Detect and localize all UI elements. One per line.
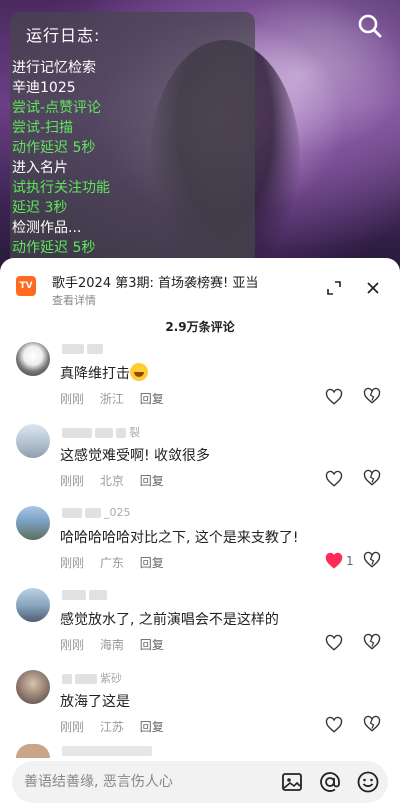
comment-time: 刚刚 xyxy=(60,638,85,652)
comment-item[interactable]: _025 哈哈哈哈哈对比之下, 这个是来支教了! 刚刚 广东 回复 1 xyxy=(0,506,400,588)
view-details-link[interactable]: 查看详情 xyxy=(52,292,96,308)
expand-icon[interactable] xyxy=(322,276,346,300)
run-log-line: 尝试-扫描 xyxy=(12,120,74,136)
avatar[interactable] xyxy=(16,588,50,622)
broken-heart-icon xyxy=(363,551,381,568)
comment-input[interactable] xyxy=(24,761,274,803)
comment-username[interactable]: _025 xyxy=(62,506,131,520)
comment-username[interactable]: 裂 xyxy=(62,424,140,439)
comment-meta: 刚刚 海南 回复 xyxy=(60,636,176,653)
comment-username[interactable] xyxy=(62,342,106,356)
broken-heart-icon xyxy=(363,633,381,650)
comment-time: 刚刚 xyxy=(60,474,85,488)
dislike-button[interactable] xyxy=(363,387,383,407)
run-log-line: 辛迪1025 xyxy=(12,80,76,96)
comment-username[interactable] xyxy=(62,588,110,602)
comment-item[interactable]: 裂 这感觉难受啊! 收敛很多 刚刚 北京 回复 xyxy=(0,424,400,506)
reply-button[interactable]: 回复 xyxy=(140,474,164,488)
avatar[interactable] xyxy=(16,670,50,704)
like-button[interactable] xyxy=(325,469,346,489)
run-log-panel: 运行日志: 进行记忆检索 辛迪1025 尝试-点赞评论 尝试-扫描动作延迟 5秒 进入名… xyxy=(10,12,255,296)
run-log-line: 延迟 3秒 xyxy=(12,200,68,216)
comment-location: 北京 xyxy=(99,474,124,488)
like-count: 1 xyxy=(346,554,354,568)
comment-input-bar xyxy=(12,761,388,803)
dislike-button[interactable] xyxy=(363,551,383,571)
mention-icon[interactable] xyxy=(318,770,342,794)
comment-item[interactable]: 紫砂 放海了这是 刚刚 江苏 回复 xyxy=(0,670,400,752)
comment-time: 刚刚 xyxy=(60,556,85,570)
broken-heart-icon xyxy=(363,715,381,732)
comment-text: 感觉放水了, 之前演唱会不是这样的 xyxy=(60,612,279,628)
heart-icon xyxy=(325,552,343,569)
like-button[interactable] xyxy=(325,715,346,735)
broken-heart-icon xyxy=(363,469,381,486)
reply-button[interactable]: 回复 xyxy=(140,638,164,652)
reply-button[interactable]: 回复 xyxy=(140,392,164,406)
comment-location: 广东 xyxy=(99,556,124,570)
heart-icon xyxy=(325,470,343,487)
comment-text: 放海了这是 xyxy=(60,694,130,710)
comment-username[interactable]: 紫砂 xyxy=(62,670,122,685)
comment-item[interactable]: 感觉放水了, 之前演唱会不是这样的 刚刚 海南 回复 xyxy=(0,588,400,670)
search-icon[interactable] xyxy=(356,12,384,40)
heart-icon xyxy=(325,716,343,733)
heart-icon xyxy=(325,634,343,651)
comment-sheet: TV 歌手2024 第3期: 首场袭榜赛! 亚当· 查看详情 2.9万条评论 真… xyxy=(0,258,400,812)
run-log-line: 进入名片 xyxy=(12,160,68,176)
run-log-title: 运行日志: xyxy=(26,26,101,45)
reply-button[interactable]: 回复 xyxy=(140,556,164,570)
video-title[interactable]: 歌手2024 第3期: 首场袭榜赛! 亚当· xyxy=(52,272,257,291)
broken-heart-icon xyxy=(363,387,381,404)
comment-location: 海南 xyxy=(99,638,124,652)
laughing-emoji-icon xyxy=(130,363,148,381)
comment-location: 江苏 xyxy=(99,720,124,734)
run-log-line: 尝试-点赞评论 xyxy=(12,100,102,116)
avatar[interactable] xyxy=(16,342,50,376)
dislike-button[interactable] xyxy=(363,633,383,653)
comment-text: 这感觉难受啊! 收敛很多 xyxy=(60,448,211,464)
video-info-bar[interactable]: TV 歌手2024 第3期: 首场袭榜赛! 亚当· 查看详情 xyxy=(14,268,386,308)
comment-text: 真降维打击 xyxy=(60,363,148,383)
avatar[interactable] xyxy=(16,424,50,458)
run-log-line: 检测作品... xyxy=(12,220,82,236)
comment-meta: 刚刚 广东 回复 xyxy=(60,554,176,571)
run-log-line: 进行记忆检索 xyxy=(12,60,96,76)
comment-count: 2.9万条评论 xyxy=(165,320,235,334)
run-log-line: 试执行关注功能 xyxy=(12,180,110,196)
comment-meta: 刚刚 浙江 回复 xyxy=(60,390,176,407)
like-button[interactable]: 1 xyxy=(325,551,354,571)
dislike-button[interactable] xyxy=(363,715,383,735)
comment-list: 真降维打击 刚刚 浙江 回复 裂 这感觉难受啊! 收敛很多 刚刚 北京 回复 _… xyxy=(0,342,400,752)
comment-text: 哈哈哈哈哈对比之下, 这个是来支教了! xyxy=(60,530,299,546)
heart-icon xyxy=(325,388,343,405)
close-icon[interactable] xyxy=(361,276,385,300)
run-log-line: 动作延迟 5秒 xyxy=(12,240,96,256)
avatar[interactable] xyxy=(16,506,50,540)
run-log-line: 动作延迟 5秒 xyxy=(12,140,96,156)
dislike-button[interactable] xyxy=(363,469,383,489)
reply-button[interactable]: 回复 xyxy=(140,720,164,734)
comment-time: 刚刚 xyxy=(60,720,85,734)
comment-meta: 刚刚 北京 回复 xyxy=(60,472,176,489)
like-button[interactable] xyxy=(325,633,346,653)
like-button[interactable] xyxy=(325,387,346,407)
partial-comment-row xyxy=(0,744,400,758)
comment-meta: 刚刚 江苏 回复 xyxy=(60,718,176,735)
comment-item[interactable]: 真降维打击 刚刚 浙江 回复 xyxy=(0,342,400,424)
comment-time: 刚刚 xyxy=(60,392,85,406)
emoji-icon[interactable] xyxy=(356,770,380,794)
app-logo: TV xyxy=(16,276,36,296)
comment-location: 浙江 xyxy=(99,392,124,406)
image-icon[interactable] xyxy=(280,770,304,794)
